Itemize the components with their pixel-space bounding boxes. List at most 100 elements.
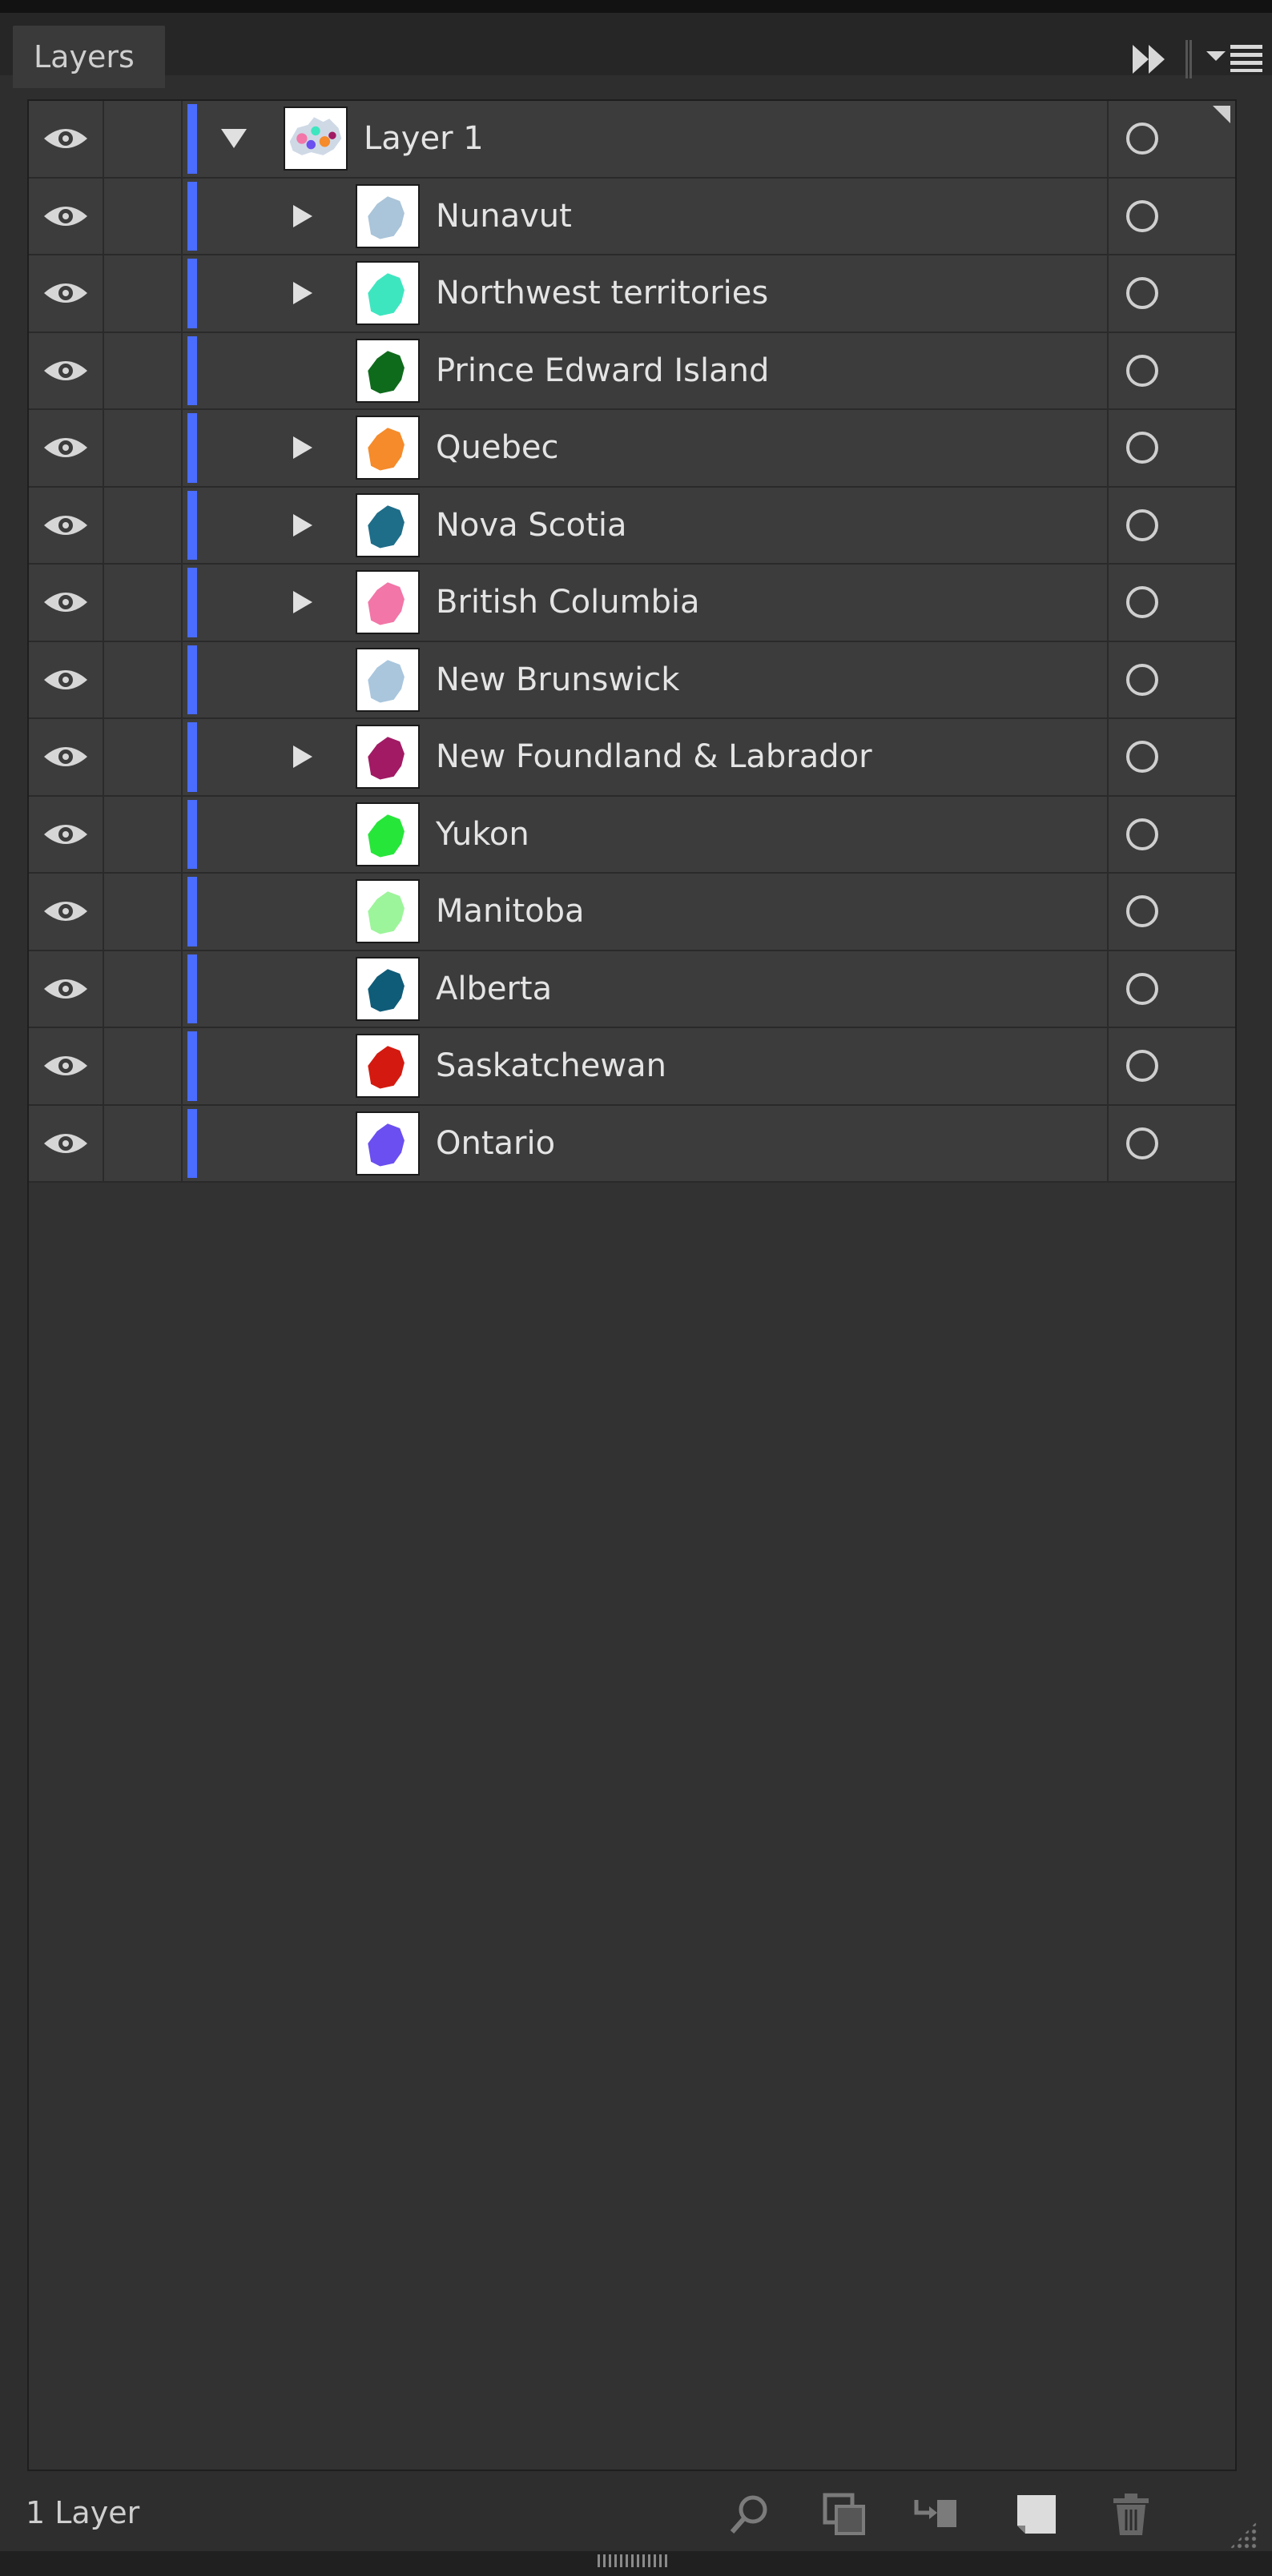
sublayer-name[interactable]: British Columbia — [436, 565, 700, 641]
expand-triangle-right-icon[interactable] — [293, 204, 312, 227]
lock-toggle[interactable] — [106, 796, 183, 872]
sublayer-name[interactable]: Yukon — [436, 797, 529, 873]
tab-layers[interactable]: Layers — [13, 26, 165, 88]
target-circle-icon[interactable] — [1126, 508, 1158, 541]
visibility-toggle[interactable] — [29, 950, 104, 1027]
collapse-panels-icon[interactable] — [1129, 43, 1171, 75]
target-cell[interactable] — [1107, 487, 1235, 563]
target-circle-icon[interactable] — [1126, 432, 1158, 464]
target-circle-icon[interactable] — [1126, 123, 1158, 155]
lock-toggle[interactable] — [106, 874, 183, 950]
sublayer-name[interactable]: Quebec — [436, 410, 558, 486]
visibility-toggle[interactable] — [29, 565, 104, 641]
target-cell[interactable] — [1107, 255, 1235, 332]
sublayer-row[interactable]: Nunavut — [29, 178, 1235, 255]
visibility-toggle[interactable] — [29, 178, 104, 254]
sublayer-name[interactable]: Manitoba — [436, 874, 585, 950]
sublayer-row[interactable]: Yukon — [29, 796, 1235, 874]
target-circle-icon[interactable] — [1126, 818, 1158, 850]
target-circle-icon[interactable] — [1126, 1127, 1158, 1159]
sublayer-row[interactable]: Alberta — [29, 950, 1235, 1028]
sublayer-name[interactable]: Northwest territories — [436, 255, 768, 332]
sublayer-row[interactable]: Prince Edward Island — [29, 332, 1235, 410]
target-circle-icon[interactable] — [1126, 1050, 1158, 1083]
visibility-toggle[interactable] — [29, 410, 104, 486]
visibility-toggle[interactable] — [29, 332, 104, 408]
sublayer-name[interactable]: Saskatchewan — [436, 1028, 666, 1104]
target-cell[interactable] — [1107, 874, 1235, 950]
make-clipping-mask-icon[interactable] — [822, 2492, 867, 2537]
lock-toggle[interactable] — [106, 641, 183, 717]
sublayer-name[interactable]: New Brunswick — [436, 642, 679, 718]
target-cell[interactable] — [1107, 1028, 1235, 1104]
visibility-toggle[interactable] — [29, 641, 104, 717]
target-circle-icon[interactable] — [1126, 354, 1158, 387]
target-cell[interactable] — [1107, 950, 1235, 1027]
lock-toggle[interactable] — [106, 255, 183, 332]
visibility-toggle[interactable] — [29, 719, 104, 795]
sublayer-row[interactable]: Manitoba — [29, 874, 1235, 951]
locate-object-icon[interactable] — [727, 2492, 772, 2537]
visibility-toggle[interactable] — [29, 487, 104, 563]
visibility-toggle[interactable] — [29, 1028, 104, 1104]
layers-list[interactable]: Layer 1 Nunavut Northwest territories Princ… — [27, 99, 1237, 2471]
visibility-toggle[interactable] — [29, 874, 104, 950]
visibility-toggle[interactable] — [29, 1105, 104, 1181]
sublayer-name[interactable]: New Foundland & Labrador — [436, 719, 872, 795]
target-circle-icon[interactable] — [1126, 972, 1158, 1005]
target-cell[interactable] — [1107, 565, 1235, 641]
expand-triangle-right-icon[interactable] — [293, 513, 312, 536]
create-sublayer-icon[interactable] — [913, 2492, 958, 2537]
target-circle-icon[interactable] — [1126, 277, 1158, 310]
expand-triangle-down-icon[interactable] — [221, 129, 247, 149]
target-cell[interactable] — [1107, 410, 1235, 486]
lock-toggle[interactable] — [106, 101, 183, 177]
lock-toggle[interactable] — [106, 487, 183, 563]
lock-toggle[interactable] — [106, 1028, 183, 1104]
target-circle-icon[interactable] — [1126, 199, 1158, 232]
panel-drag-grip[interactable] — [598, 2554, 670, 2567]
expand-triangle-right-icon[interactable] — [293, 282, 312, 305]
resize-grip[interactable] — [1229, 2521, 1258, 2550]
sublayer-name[interactable]: Nova Scotia — [436, 488, 626, 564]
lock-toggle[interactable] — [106, 410, 183, 486]
target-circle-icon[interactable] — [1126, 663, 1158, 696]
lock-toggle[interactable] — [106, 719, 183, 795]
sublayer-row[interactable]: Quebec — [29, 410, 1235, 488]
sublayer-row[interactable]: Ontario — [29, 1105, 1235, 1183]
sublayer-row[interactable]: New Foundland & Labrador — [29, 719, 1235, 797]
sublayer-name[interactable]: Ontario — [436, 1106, 555, 1182]
expand-triangle-right-icon[interactable] — [293, 745, 312, 769]
layer-row-parent[interactable]: Layer 1 — [29, 101, 1235, 179]
sublayer-row[interactable]: Northwest territories — [29, 255, 1235, 333]
target-cell[interactable] — [1107, 1105, 1235, 1181]
delete-layer-icon[interactable] — [1109, 2492, 1153, 2537]
sublayer-row[interactable]: Nova Scotia — [29, 487, 1235, 565]
target-cell[interactable] — [1107, 796, 1235, 872]
sublayer-name[interactable]: Prince Edward Island — [436, 333, 769, 409]
lock-toggle[interactable] — [106, 1105, 183, 1181]
target-cell[interactable] — [1107, 332, 1235, 408]
lock-toggle[interactable] — [106, 178, 183, 254]
target-circle-icon[interactable] — [1126, 895, 1158, 928]
panel-menu-icon[interactable] — [1206, 43, 1262, 75]
target-cell[interactable] — [1107, 178, 1235, 254]
expand-triangle-right-icon[interactable] — [293, 436, 312, 460]
lock-toggle[interactable] — [106, 950, 183, 1027]
lock-toggle[interactable] — [106, 332, 183, 408]
lock-toggle[interactable] — [106, 565, 183, 641]
sublayer-name[interactable]: Alberta — [436, 951, 552, 1027]
target-circle-icon[interactable] — [1126, 586, 1158, 619]
sublayer-row[interactable]: Saskatchewan — [29, 1028, 1235, 1106]
sublayer-row[interactable]: New Brunswick — [29, 641, 1235, 719]
create-new-layer-icon[interactable] — [1014, 2492, 1059, 2537]
target-cell[interactable] — [1107, 641, 1235, 717]
sublayer-row[interactable]: British Columbia — [29, 565, 1235, 642]
target-circle-icon[interactable] — [1126, 741, 1158, 774]
visibility-toggle[interactable] — [29, 796, 104, 872]
visibility-toggle[interactable] — [29, 101, 104, 177]
sublayer-name[interactable]: Nunavut — [436, 179, 572, 255]
visibility-toggle[interactable] — [29, 255, 104, 332]
layer-name[interactable]: Layer 1 — [364, 101, 484, 177]
target-cell[interactable] — [1107, 719, 1235, 795]
